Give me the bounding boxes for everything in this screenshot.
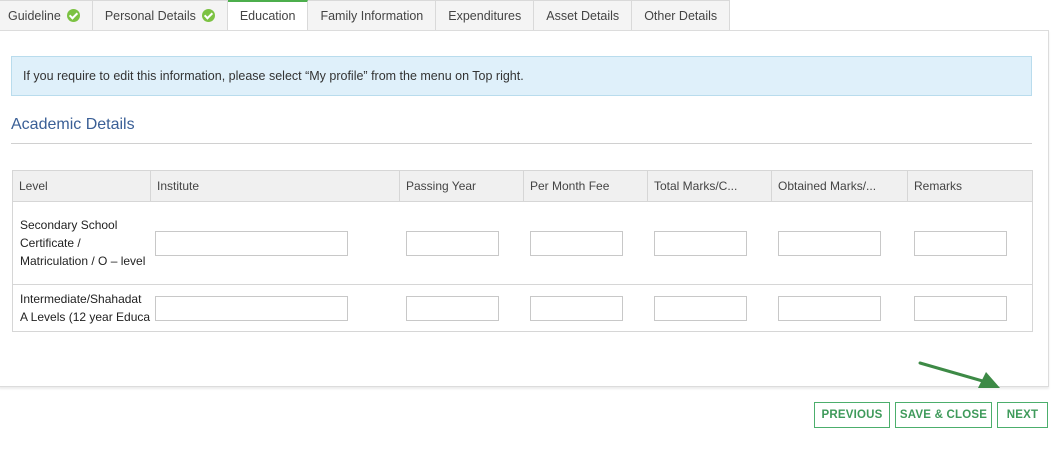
per-month-fee-cell [523,201,648,285]
info-notice: If you require to edit this information,… [11,56,1032,96]
tab-family-information[interactable]: Family Information [308,0,437,31]
next-button[interactable]: NEXT [997,402,1048,428]
column-header-remarks: Remarks [907,170,1033,202]
per-month-fee-cell [523,284,648,332]
section-divider [11,143,1032,144]
tab-bar: Guideline Personal Details Education Fam… [0,0,731,31]
total-marks-cell [647,284,772,332]
tab-label: Education [239,9,296,23]
total-marks-input[interactable] [653,230,747,256]
column-header-institute: Institute [150,170,400,202]
tab-guideline[interactable]: Guideline [0,0,93,31]
notice-text: If you require to edit this information,… [23,69,524,83]
column-header-obtained-marks: Obtained Marks/... [771,170,908,202]
passing-year-input[interactable] [405,295,499,321]
check-circle-icon [66,9,80,22]
previous-button[interactable]: PREVIOUS [814,402,890,428]
column-header-passing-year: Passing Year [399,170,524,202]
obtained-marks-input[interactable] [777,230,881,256]
level-cell: Intermediate/Shahadat A Levels (12 year … [12,284,151,332]
passing-year-cell [399,284,524,332]
table-row: Intermediate/Shahadat A Levels (12 year … [12,284,1033,332]
institute-input[interactable] [154,295,348,321]
passing-year-input[interactable] [405,230,499,256]
table-row: Secondary School Certificate / Matricula… [12,201,1033,285]
tab-asset-details[interactable]: Asset Details [534,0,633,31]
tab-expenditures[interactable]: Expenditures [436,0,535,31]
obtained-marks-cell [771,284,908,332]
remarks-input[interactable] [913,230,1007,256]
tab-label: Family Information [320,8,424,23]
tab-label: Personal Details [104,8,196,23]
tab-other-details[interactable]: Other Details [632,0,731,31]
passing-year-cell [399,201,524,285]
total-marks-cell [647,201,772,285]
per-month-fee-input[interactable] [529,230,623,256]
academic-details-table: Level Institute Passing Year Per Month F… [12,170,1033,332]
tab-education[interactable]: Education [227,0,309,31]
remarks-cell [907,201,1033,285]
check-circle-icon [201,9,215,22]
institute-input[interactable] [154,230,348,256]
tab-label: Expenditures [448,8,522,23]
save-close-button[interactable]: SAVE & CLOSE [895,402,992,428]
column-header-level: Level [12,170,151,202]
remarks-input[interactable] [913,295,1007,321]
tab-personal-details[interactable]: Personal Details [92,0,228,31]
total-marks-input[interactable] [653,295,747,321]
pointer-arrow-icon [918,361,1000,388]
level-text: Intermediate/Shahadat A Levels (12 year … [20,292,151,324]
table-header-row: Level Institute Passing Year Per Month F… [12,170,1033,202]
level-cell: Secondary School Certificate / Matricula… [12,201,151,285]
tab-label: Other Details [644,8,718,23]
tab-label: Guideline [8,8,61,23]
institute-cell [150,201,400,285]
column-header-per-month-fee: Per Month Fee [523,170,648,202]
obtained-marks-input[interactable] [777,295,881,321]
column-header-total-marks: Total Marks/C... [647,170,772,202]
institute-cell [150,284,400,332]
per-month-fee-input[interactable] [529,295,623,321]
section-title: Academic Details [11,116,135,133]
remarks-cell [907,284,1033,332]
obtained-marks-cell [771,201,908,285]
tab-label: Asset Details [546,8,620,23]
